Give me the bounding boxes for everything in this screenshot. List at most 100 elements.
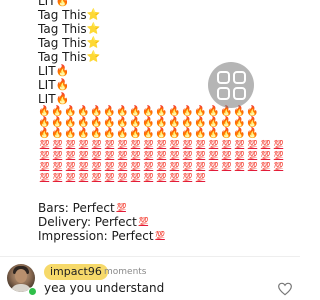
hundred-emoji: 💯 [208, 162, 219, 171]
hundred-emoji: 💯 [52, 140, 63, 149]
fire-emoji: 🔥 [155, 117, 168, 128]
rating-text: Delivery: Perfect [38, 215, 137, 229]
hundred-emoji: 💯 [221, 162, 232, 171]
hundred-emoji: 💯 [78, 151, 89, 160]
hundred-emoji: 💯 [143, 140, 154, 149]
comment-text: yea you understand [44, 281, 165, 295]
hundred-emoji: 💯 [91, 173, 102, 182]
hundred-emoji: 💯 [260, 140, 271, 149]
hundred-emoji: 💯 [130, 162, 141, 171]
hundred-emoji: 💯 [273, 162, 284, 171]
hundred-emoji: 💯 [260, 162, 271, 171]
hundred-emoji: 💯 [117, 173, 128, 182]
hundred-emoji: 💯 [52, 151, 63, 160]
fire-emoji: 🔥 [181, 106, 194, 117]
hundred-emoji: 💯 [78, 162, 89, 171]
emoji-row: 💯 💯 💯 💯 💯 💯 💯 💯 💯 💯 💯 💯 💯 [38, 172, 300, 183]
hundred-emoji: 💯 [117, 162, 128, 171]
hundred-emoji: 💯 [91, 162, 102, 171]
hundred-emoji: 💯 [39, 151, 50, 160]
hundred-emoji: 💯 [260, 151, 271, 160]
fire-emoji: 🔥 [116, 117, 129, 128]
caption-line: Tag This ⭐ [38, 8, 300, 22]
caption-line: LIT 🔥 [38, 92, 300, 106]
fire-emoji: 🔥 [220, 128, 233, 139]
fire-emoji: 🔥 [246, 117, 259, 128]
hundred-emoji: 💯 [143, 173, 154, 182]
caption-line-text: LIT [38, 78, 56, 92]
hundred-emoji: 💯 [169, 173, 180, 182]
emoji-row: 🔥 🔥 🔥 🔥 🔥 🔥 🔥 🔥 🔥 🔥 🔥 🔥 🔥 🔥 🔥 🔥 🔥 [38, 106, 300, 117]
hundred-emoji: 💯 [156, 173, 167, 182]
caption-line-text: Tag This [38, 50, 87, 64]
hundred-emoji: 💯 [130, 151, 141, 160]
fire-emoji: 🔥 [90, 117, 103, 128]
hundred-emoji: 💯 [195, 162, 206, 171]
online-status-dot [28, 287, 37, 296]
hundred-emoji: 💯 [138, 217, 149, 226]
fire-emoji: 🔥 [77, 128, 90, 139]
hundred-emoji: 💯 [234, 162, 245, 171]
comment-item: impact96 moments yea you understand [0, 260, 300, 300]
hundred-emoji: 💯 [52, 162, 63, 171]
hundred-emoji: 💯 [234, 140, 245, 149]
heart-outline-icon[interactable] [277, 281, 293, 297]
hundred-emoji: 💯 [65, 151, 76, 160]
hundred-emoji: 💯 [104, 151, 115, 160]
fire-emoji: 🔥 [194, 128, 207, 139]
caption-line-text: LIT [38, 92, 56, 106]
fire-emoji: 🔥 [38, 117, 51, 128]
hundred-emoji: 💯 [78, 140, 89, 149]
hundred-emoji: 💯 [39, 162, 50, 171]
hundred-emoji: 💯 [182, 173, 193, 182]
fire-emoji: 🔥 [142, 117, 155, 128]
hundred-emoji: 💯 [116, 203, 126, 212]
caption-lines: LIT 🔥 Tag This ⭐ Tag This ⭐ Tag This ⭐ Tag T… [38, 0, 300, 106]
hundred-emoji: 💯 [247, 140, 258, 149]
fire-emoji: 🔥 [77, 117, 90, 128]
fire-emoji: 🔥 [103, 117, 116, 128]
fire-emoji: 🔥 [64, 106, 77, 117]
fire-emoji: 🔥 [77, 106, 90, 117]
hundred-emoji: 💯 [91, 140, 102, 149]
star-emoji: ⭐ [86, 22, 101, 35]
star-emoji: ⭐ [86, 50, 101, 63]
caption-line: Tag This ⭐ [38, 50, 300, 64]
fire-emoji: 🔥 [155, 128, 168, 139]
fire-emoji: 🔥 [168, 117, 181, 128]
hundred-emoji: 💯 [130, 140, 141, 149]
rating-line: Delivery: Perfect 💯 [38, 215, 300, 229]
comment-divider [0, 256, 300, 257]
emoji-row: 💯 💯 💯 💯 💯 💯 💯 💯 💯 💯 💯 💯 💯 💯 💯 💯 💯 💯 💯 [38, 161, 300, 172]
hundred-emoji: 💯 [65, 173, 76, 182]
hundred-emoji: 💯 [104, 162, 115, 171]
hundred-emoji: 💯 [195, 140, 206, 149]
fire-emoji: 🔥 [90, 106, 103, 117]
floating-grid-button[interactable] [208, 62, 254, 108]
hundred-emoji: 💯 [182, 162, 193, 171]
hundred-emoji: 💯 [39, 140, 50, 149]
emoji-row: 💯 💯 💯 💯 💯 💯 💯 💯 💯 💯 💯 💯 💯 💯 💯 💯 💯 💯 💯 [38, 150, 300, 161]
fire-emoji: 🔥 [233, 128, 246, 139]
fire-emoji: 🔥 [129, 106, 142, 117]
fire-emoji: 🔥 [38, 128, 51, 139]
fire-emoji: 🔥 [142, 106, 155, 117]
fire-emoji: 🔥 [168, 106, 181, 117]
hundred-emoji: 💯 [182, 151, 193, 160]
fire-emoji: 🔥 [103, 128, 116, 139]
comment-username[interactable]: impact96 [44, 264, 108, 280]
fire-emoji: 🔥 [233, 117, 246, 128]
hundred-emoji: 💯 [247, 151, 258, 160]
caption-line: LIT 🔥 [38, 64, 300, 78]
emoji-row: 💯 💯 💯 💯 💯 💯 💯 💯 💯 💯 💯 💯 💯 💯 💯 💯 💯 💯 💯 [38, 139, 300, 150]
fire-emoji: 🔥 [51, 117, 64, 128]
fire-emoji: 🔥 [129, 117, 142, 128]
fire-emoji: 🔥 [129, 128, 142, 139]
fire-emoji: 🔥 [246, 106, 259, 117]
fire-emoji: 🔥 [116, 128, 129, 139]
fire-emoji: 🔥 [55, 92, 70, 105]
hundred-emoji: 💯 [273, 151, 284, 160]
fire-emoji: 🔥 [142, 128, 155, 139]
hundred-emoji: 💯 [39, 173, 50, 182]
